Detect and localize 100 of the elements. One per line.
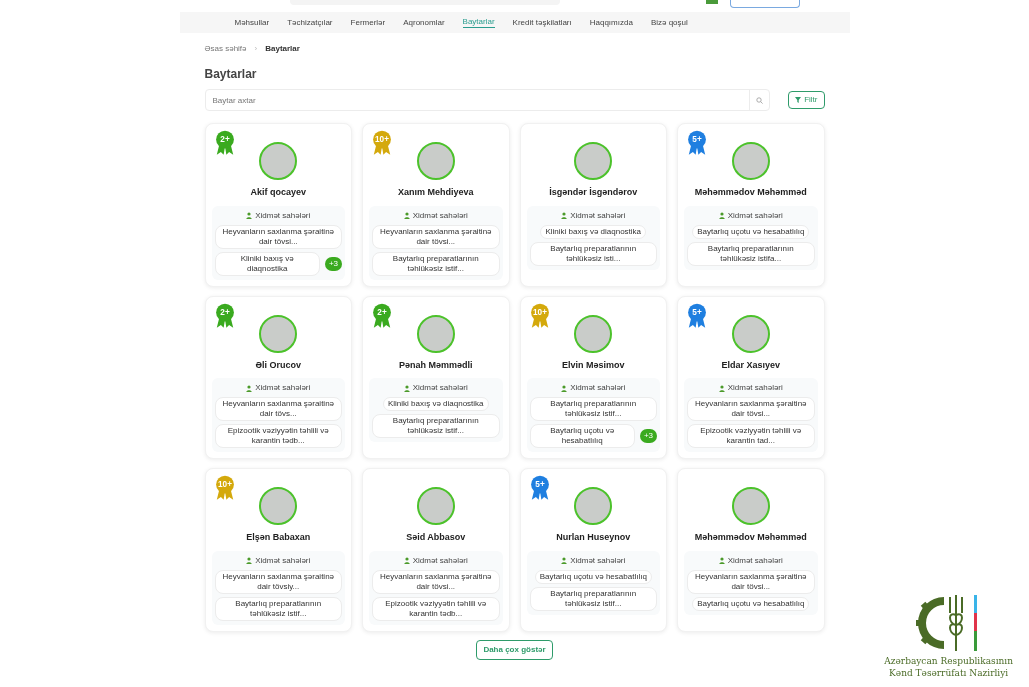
service-tag: Baytarlıq preparatlarının təhlükəsiz istif... bbox=[372, 251, 500, 276]
vet-card[interactable]: 10+ Elvin Məsimov Xidmət sahələri Baytarlıq preparatlarının təhlükəsiz istif... Baytarlıq uçotu və hesabatlılıq +3 bbox=[519, 295, 667, 459]
avatar-photo-placeholder bbox=[731, 314, 770, 353]
services-label: Xidmət sahələri bbox=[570, 554, 626, 567]
nav-link[interactable]: Məhsullar bbox=[234, 17, 270, 28]
service-tag: Baytarlıq preparatlarının təhlükəsiz istif... bbox=[529, 397, 657, 421]
vet-card[interactable]: Səid Abbasov Xidmət sahələri Heyvanların saxlanma şəraitinə dair tövsi... Epizootik vəziyyətin təhlili və karantin tədb... bbox=[362, 468, 510, 632]
nav-link[interactable]: Kredit təşkilatları bbox=[512, 17, 572, 28]
person-icon bbox=[246, 212, 253, 219]
services-label: Xidmət sahələri bbox=[255, 209, 311, 222]
vet-name: Məhəmmədov Məhəmməd bbox=[694, 186, 807, 199]
person-icon bbox=[246, 384, 253, 392]
services-label: Xidmət sahələri bbox=[412, 209, 468, 222]
nav-link[interactable]: Fermerlər bbox=[350, 17, 386, 28]
avatar-photo-placeholder bbox=[416, 314, 455, 353]
service-tag: Kliniki baxış və diaqnostika bbox=[214, 251, 320, 276]
services-label: Xidmət sahələri bbox=[412, 554, 468, 567]
vet-card[interactable]: 5+ Məhəmmədov Məhəmməd Xidmət sahələri Baytarlıq uçotu və hesabatlılıq Baytarlıq preparatlarının təhlükəsiz istifa... bbox=[677, 123, 825, 287]
avatar-photo-placeholder bbox=[259, 314, 298, 353]
person-icon bbox=[561, 384, 568, 392]
service-tag: Baytarlıq uçotu və hesabatlılıq bbox=[692, 224, 810, 239]
nav-link[interactable]: Aqronomlar bbox=[403, 17, 445, 28]
person-icon bbox=[561, 557, 568, 564]
vet-name: Akif qocayev bbox=[250, 186, 306, 199]
ministry-name: Azərbaycan Respublikasının Kənd Təsərrüfatı Nazirliyi bbox=[884, 655, 1013, 679]
services-label: Xidmət sahələri bbox=[255, 554, 311, 567]
nav-link[interactable]: Təchizatçılar bbox=[287, 17, 333, 28]
services-label: Xidmət sahələri bbox=[412, 382, 468, 394]
vet-card[interactable]: 5+ Nurlan Huseynov Xidmət sahələri Baytarlıq uçotu və hesabatlılıq Baytarlıq preparatlarının təhlükəsiz istif... bbox=[519, 468, 667, 632]
vet-card[interactable]: 2+ Əli Orucov Xidmət sahələri Heyvanların saxlanma şəraitinə dair tövs... Epizootik vəziyyətin təhlili və karantin tədb... bbox=[204, 295, 352, 459]
login-button[interactable] bbox=[729, 0, 800, 8]
vet-name: Xanım Mehdiyeva bbox=[398, 186, 474, 199]
page-title: Baytarlar bbox=[204, 66, 258, 83]
nav-link[interactable]: Haqqımızda bbox=[589, 17, 633, 28]
vet-name: Elşən Babaxan bbox=[246, 531, 311, 544]
service-tag: Kliniki baxış və diaqnostika bbox=[382, 397, 489, 411]
services-label: Xidmət sahələri bbox=[570, 209, 626, 222]
services-label: Xidmət sahələri bbox=[570, 382, 626, 394]
person-icon bbox=[403, 212, 410, 219]
nav-link[interactable]: Bizə qoşul bbox=[650, 17, 688, 28]
service-tag: Baytarlıq uçotu və hesabatlılıq bbox=[529, 424, 635, 448]
vet-card[interactable]: 10+ Elşən Babaxan Xidmət sahələri Heyvanların saxlanma şəraitinə dair tövsiy... Baytarlıq preparatlarının təhlükəsiz istif... bbox=[204, 468, 352, 632]
vet-card[interactable]: 2+ Pənah Məmmədli Xidmət sahələri Kliniki baxış və diaqnostika Baytarlıq preparatlarının təhlükəsiz istif... bbox=[362, 295, 510, 459]
service-tag: Heyvanların saxlanma şəraitinə dair tövsi... bbox=[214, 224, 342, 249]
avatar-photo-placeholder bbox=[416, 142, 455, 180]
service-tag: Epizootik vəziyyətin təhlili və karantin tədb... bbox=[214, 424, 342, 448]
service-tag: Baytarlıq preparatlarının təhlükəsiz istif... bbox=[372, 414, 500, 438]
person-icon bbox=[718, 384, 725, 392]
vet-name: Pənah Məmmədli bbox=[399, 358, 473, 372]
service-tag: Baytarlıq preparatlarının təhlükəsiz istif... bbox=[529, 586, 657, 611]
show-more-button[interactable]: Daha çox göstər bbox=[476, 639, 553, 660]
vet-name: Məhəmmədov Məhəmməd bbox=[694, 531, 807, 544]
service-tag: Baytarlıq preparatlarının təhlükəsiz istif... bbox=[214, 596, 342, 621]
vet-card[interactable]: 5+ Eldar Xasıyev Xidmət sahələri Heyvanların saxlanma şəraitinə dair tövsi... Epizootik vəziyyətin təhlili və karantin tad... bbox=[677, 295, 825, 459]
service-tag: Baytarlıq uçotu və hesabatlılıq bbox=[692, 596, 810, 611]
vet-card[interactable]: 10+ Xanım Mehdiyeva Xidmət sahələri Heyvanların saxlanma şəraitinə dair tövsi... Baytarlıq preparatlarının təhlükəsiz istif... bbox=[362, 123, 510, 287]
person-icon bbox=[403, 557, 410, 564]
service-tag: Heyvanların saxlanma şəraitinə dair tövs... bbox=[214, 397, 342, 421]
service-tag: Heyvanların saxlanma şəraitinə dair tövsi... bbox=[372, 224, 500, 249]
filter-icon bbox=[795, 97, 802, 103]
person-icon bbox=[246, 557, 253, 564]
service-tag: Heyvanların saxlanma şəraitinə dair tövsi... bbox=[372, 569, 500, 594]
vet-name: Səid Abbasov bbox=[406, 531, 466, 544]
services-label: Xidmət sahələri bbox=[727, 209, 783, 222]
vet-name: İsgəndər İsgəndərov bbox=[549, 186, 638, 199]
vet-card[interactable]: 2+ Akif qocayev Xidmət sahələri Heyvanların saxlanma şəraitinə dair tövsi... Kliniki baxış və diaqnostika +3 bbox=[204, 123, 352, 287]
services-label: Xidmət sahələri bbox=[255, 382, 311, 394]
avatar-photo-placeholder bbox=[574, 487, 613, 525]
vet-card[interactable]: İsgəndər İsgəndərov Xidmət sahələri Kliniki baxış və diaqnostika Baytarlıq preparatlarının təhlükəsiz isti... bbox=[519, 123, 667, 287]
service-tag: Epizootik vəziyyətin təhlili və karantin tədb... bbox=[372, 596, 500, 621]
service-tag: Heyvanların saxlanma şəraitinə dair tövsiy... bbox=[214, 569, 342, 594]
avatar-photo-placeholder bbox=[731, 487, 770, 525]
vet-name: Nurlan Huseynov bbox=[556, 531, 631, 544]
service-tag: Kliniki baxış və diaqnostika bbox=[540, 224, 647, 239]
vet-name: Eldar Xasıyev bbox=[721, 358, 780, 372]
filter-button[interactable]: Filtr bbox=[788, 91, 825, 109]
services-label: Xidmət sahələri bbox=[727, 554, 783, 567]
avatar-photo-placeholder bbox=[259, 487, 298, 525]
vet-name: Əli Orucov bbox=[255, 358, 301, 372]
breadcrumb-current: Baytarlar bbox=[265, 43, 300, 55]
service-tag: Baytarlıq preparatlarının təhlükəsiz istifa... bbox=[687, 241, 815, 266]
service-tag: Baytarlıq uçotu və hesabatlılıq bbox=[534, 569, 652, 584]
avatar-photo-placeholder bbox=[416, 487, 455, 525]
breadcrumb-separator: › bbox=[254, 43, 258, 55]
person-icon bbox=[718, 557, 725, 564]
service-tag: Heyvanların saxlanma şəraitinə dair tövsi... bbox=[687, 397, 815, 421]
breadcrumb-link[interactable]: Əsas səhifə bbox=[204, 43, 247, 55]
person-icon bbox=[403, 384, 410, 392]
service-tag: Baytarlıq preparatlarının təhlükəsiz isti... bbox=[529, 241, 657, 266]
person-icon bbox=[718, 212, 725, 219]
services-label: Xidmət sahələri bbox=[727, 382, 783, 394]
person-icon bbox=[561, 212, 568, 219]
avatar-photo-placeholder bbox=[731, 142, 770, 180]
vet-card[interactable]: Məhəmmədov Məhəmməd Xidmət sahələri Heyvanların saxlanma şəraitinə dair tövsi... Baytarlıq uçotu və hesabatlılıq bbox=[677, 468, 825, 632]
service-tag: Epizootik vəziyyətin təhlili və karantin tad... bbox=[687, 424, 815, 448]
search-icon[interactable] bbox=[755, 96, 763, 104]
avatar-photo-placeholder bbox=[574, 142, 613, 180]
avatar-photo-placeholder bbox=[574, 314, 613, 353]
service-tag: Heyvanların saxlanma şəraitinə dair tövsi... bbox=[687, 569, 815, 594]
vet-name: Elvin Məsimov bbox=[562, 358, 625, 372]
